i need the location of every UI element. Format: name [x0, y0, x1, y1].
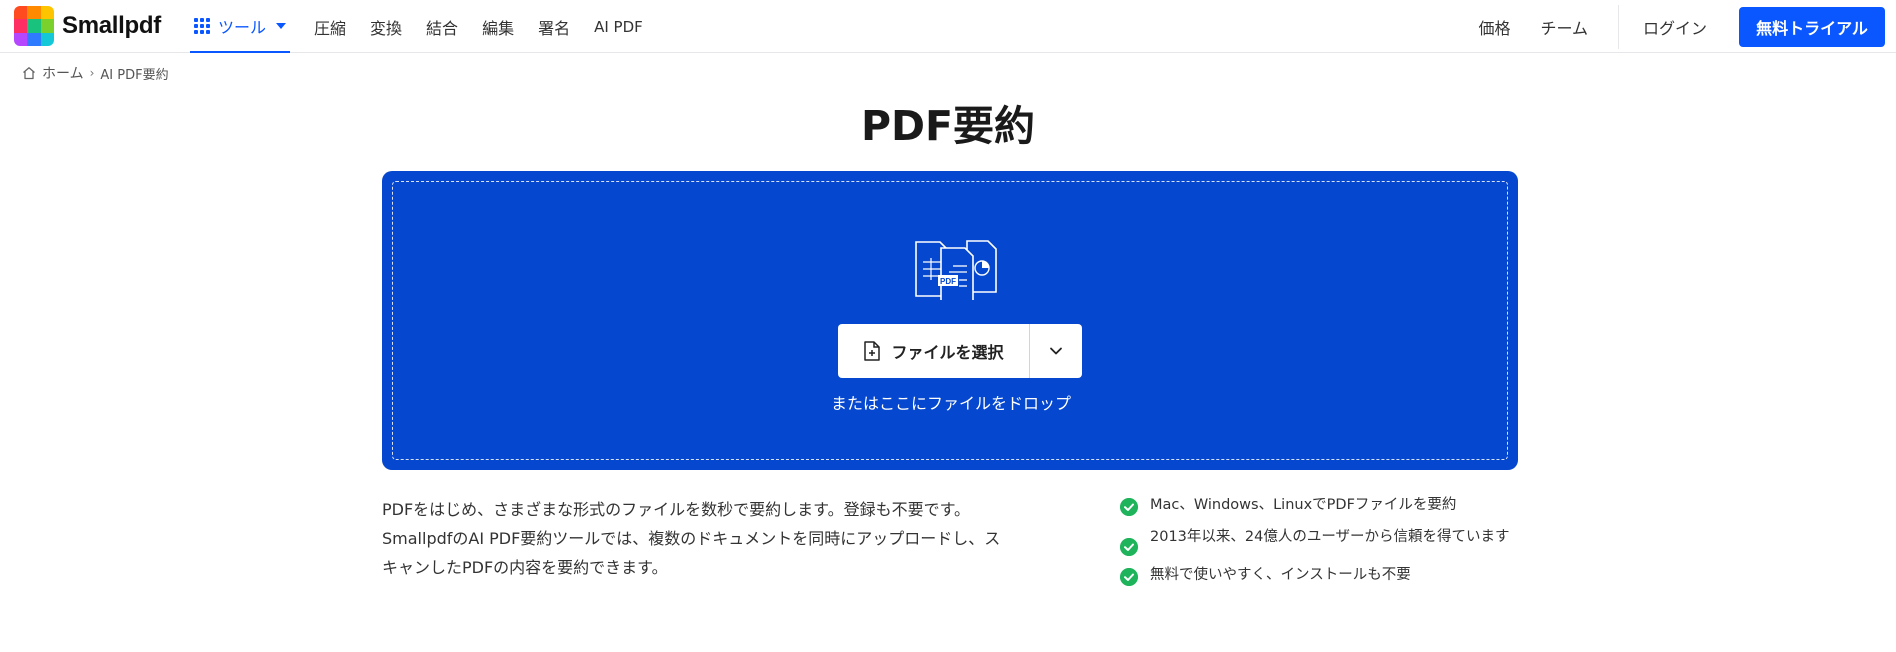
- caret-down-icon: [276, 22, 287, 29]
- select-file-button[interactable]: ファイルを選択: [838, 324, 1030, 378]
- drop-hint-text: またはここにファイルをドロップ: [830, 394, 1071, 413]
- breadcrumb-separator: ›: [89, 66, 95, 80]
- breadcrumb-home[interactable]: ホーム: [42, 63, 84, 83]
- breadcrumb-current: AI PDF要約: [100, 67, 169, 83]
- feature-item: Mac、Windows、LinuxでPDFファイルを要約: [1120, 494, 1520, 516]
- logo-text: Smallpdf: [62, 12, 161, 39]
- feature-text: Mac、Windows、LinuxでPDFファイルを要約: [1150, 497, 1457, 513]
- file-add-icon: [864, 341, 881, 361]
- nav-convert[interactable]: 変換: [370, 15, 402, 39]
- smallpdf-logo-icon: [14, 6, 54, 46]
- tools-label: ツール: [218, 17, 267, 37]
- header-divider: [1617, 4, 1619, 49]
- nav-ai-pdf[interactable]: AI PDF: [594, 18, 643, 36]
- check-circle-icon: [1120, 498, 1138, 516]
- feature-item: 2013年以来、24億人のユーザーから信頼を得ています: [1120, 526, 1520, 556]
- feature-item: 無料で使いやすく、インストールも不要: [1120, 564, 1520, 586]
- select-file-label: ファイルを選択: [891, 343, 1004, 362]
- login-link[interactable]: ログイン: [1643, 15, 1707, 39]
- feature-text: 2013年以来、24億人のユーザーから信頼を得ています: [1150, 529, 1510, 545]
- logo[interactable]: Smallpdf: [14, 6, 161, 46]
- select-file-group: ファイルを選択: [838, 324, 1082, 378]
- tool-description: PDFをはじめ、さまざまな形式のファイルを数秒で要約します。登録も不要です。 S…: [382, 500, 1001, 577]
- home-icon: [23, 67, 35, 80]
- breadcrumb: ホーム › AI PDF要約: [22, 63, 169, 83]
- top-header: Smallpdf ツール 圧縮 変換 結合 編集 署名 AI PDF 価格 チー…: [0, 0, 1896, 53]
- nav-edit[interactable]: 編集: [482, 15, 514, 39]
- check-circle-icon: [1120, 568, 1138, 586]
- feature-text: 無料で使いやすく、インストールも不要: [1150, 567, 1411, 583]
- check-circle-icon: [1120, 538, 1138, 556]
- drop-zone-border: PDF ファイルを選択 またはここにファイルをドロップ: [392, 181, 1508, 460]
- nav-team[interactable]: チーム: [1540, 15, 1588, 39]
- grid-icon: [194, 17, 210, 34]
- pdf-badge-text: PDF: [940, 277, 956, 286]
- right-nav: 価格 チーム ログイン 無料トライアル: [1478, 0, 1896, 53]
- nav-pricing[interactable]: 価格: [1478, 15, 1510, 39]
- select-source-dropdown[interactable]: [1030, 324, 1082, 378]
- main-nav: ツール 圧縮 変換 結合 編集 署名 AI PDF: [190, 0, 667, 53]
- nav-sign[interactable]: 署名: [538, 15, 570, 39]
- feature-list: Mac、Windows、LinuxでPDFファイルを要約 2013年以来、24億…: [1120, 494, 1520, 586]
- nav-compress[interactable]: 圧縮: [314, 15, 346, 39]
- tools-menu[interactable]: ツール: [190, 0, 291, 53]
- nav-merge[interactable]: 結合: [426, 15, 458, 39]
- free-trial-button[interactable]: 無料トライアル: [1739, 6, 1885, 47]
- documents-illustration-icon: PDF: [915, 240, 997, 300]
- file-drop-zone[interactable]: PDF ファイルを選択 またはここにファイルをドロップ: [382, 171, 1518, 470]
- chevron-down-icon: [1050, 347, 1062, 355]
- page-title: PDF要約: [860, 102, 1036, 150]
